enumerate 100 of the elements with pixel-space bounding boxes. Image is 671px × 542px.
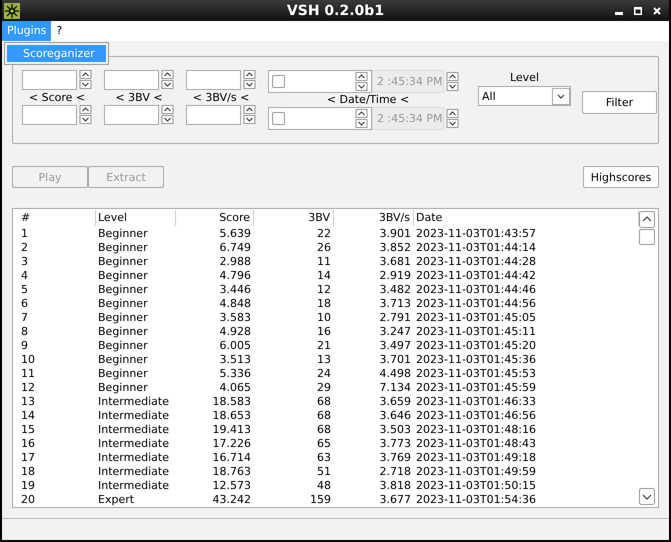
number-field[interactable] <box>22 70 77 90</box>
table-cell-text: 7.134 <box>378 381 412 395</box>
column-header[interactable]: Score <box>176 210 254 226</box>
up-arrow-icon[interactable] <box>355 72 368 81</box>
menu-item[interactable]: ? <box>51 21 68 41</box>
up-arrow-icon[interactable] <box>243 70 256 79</box>
table-cell-text: 16 <box>316 325 332 339</box>
down-arrow-icon[interactable] <box>355 82 368 91</box>
scrollbar[interactable] <box>639 209 658 507</box>
checkbox[interactable] <box>272 75 285 88</box>
number-field[interactable] <box>104 70 159 90</box>
table-cell-text: Beginner <box>97 227 149 241</box>
scroll-down-icon[interactable] <box>639 488 655 505</box>
close-icon[interactable] <box>653 6 661 14</box>
table-cell-text: 2023-11-03T01:45:59 <box>415 381 538 395</box>
number-field[interactable] <box>186 105 241 125</box>
down-arrow-icon[interactable] <box>243 80 256 89</box>
checkbox[interactable] <box>272 112 285 125</box>
table-cell-text: 18.583 <box>212 395 252 409</box>
table-cell-text: 3.773 <box>378 437 412 451</box>
table-cell-text: 43.242 <box>212 493 252 507</box>
up-arrow-icon[interactable] <box>355 109 368 118</box>
maximize-icon[interactable] <box>634 6 642 14</box>
table-cell-text: 3.701 <box>378 353 412 367</box>
table-cell-text: 4.928 <box>218 325 252 339</box>
down-arrow-icon[interactable] <box>446 82 459 91</box>
table-cell-text: 2023-11-03T01:43:57 <box>415 227 538 241</box>
table-cell-text: 4.796 <box>218 269 252 283</box>
table-cell-text: 2023-11-03T01:45:36 <box>415 353 538 367</box>
table-cell-text: Beginner <box>97 297 149 311</box>
scroll-up-icon[interactable] <box>639 211 655 228</box>
table-cell-text: 3.497 <box>378 339 412 353</box>
down-arrow-icon[interactable] <box>79 115 92 124</box>
table-cell-text: Expert <box>97 493 136 507</box>
up-arrow-icon[interactable] <box>161 105 174 114</box>
table-cell-text: 2.988 <box>218 255 252 269</box>
table-cell-text: 22 <box>316 227 332 241</box>
table-cell-text: 3.247 <box>378 325 412 339</box>
number-field[interactable] <box>22 105 77 125</box>
table-cell-text: 3.852 <box>378 241 412 255</box>
table-cell-text: 3.901 <box>378 227 412 241</box>
table-cell-text: Beginner <box>97 241 149 255</box>
table-cell-text: 68 <box>316 395 332 409</box>
column-header[interactable]: 3BV <box>254 210 334 226</box>
table-cell-text: 6 <box>20 297 29 311</box>
up-arrow-icon[interactable] <box>161 70 174 79</box>
filter-button[interactable]: Filter <box>582 91 657 114</box>
table-cell-text: 68 <box>316 409 332 423</box>
table-cell-text: 4.498 <box>378 367 412 381</box>
table-cell-text: 4 <box>20 269 29 283</box>
scroll-thumb[interactable] <box>639 229 655 245</box>
column-header[interactable]: 3BV/s <box>334 210 414 226</box>
table-cell-text: 2.919 <box>378 269 412 283</box>
up-arrow-icon[interactable] <box>79 70 92 79</box>
table-cell-text: Intermediate <box>97 423 170 437</box>
level-dropdown[interactable]: All <box>478 86 571 106</box>
table-cell-text: 2023-11-03T01:48:43 <box>415 437 538 451</box>
table-cell-text: 3.446 <box>218 283 252 297</box>
range-label: < 3BV < <box>114 90 164 105</box>
date-field[interactable] <box>268 107 372 130</box>
table-cell-text: 3.659 <box>378 395 412 409</box>
date-field[interactable] <box>268 70 372 93</box>
table-cell-text: Beginner <box>97 283 149 297</box>
table-cell-text: 10 <box>20 353 36 367</box>
number-field[interactable] <box>104 105 159 125</box>
table-cell-text: Beginner <box>97 311 149 325</box>
table-cell-text: 63 <box>316 451 332 465</box>
down-arrow-icon[interactable] <box>161 115 174 124</box>
table-cell-text: 14 <box>316 269 332 283</box>
table-cell-text: 2023-11-03T01:44:14 <box>415 241 538 255</box>
table-cell-text: Beginner <box>97 269 149 283</box>
table-cell-text: 17 <box>20 451 36 465</box>
table-cell-text: Intermediate <box>97 409 170 423</box>
table-cell-text: Intermediate <box>97 465 170 479</box>
table-cell-text: 19.413 <box>212 423 252 437</box>
number-field[interactable] <box>186 70 241 90</box>
up-arrow-icon[interactable] <box>446 72 459 81</box>
table-cell-text: 3 <box>20 255 29 269</box>
level-label: Level <box>510 71 540 85</box>
table-cell-text: 3.818 <box>378 479 412 493</box>
table-cell-text: 2023-11-03T01:54:36 <box>415 493 538 507</box>
table-cell-text: 3.482 <box>378 283 412 297</box>
up-arrow-icon[interactable] <box>243 105 256 114</box>
up-arrow-icon[interactable] <box>79 105 92 114</box>
table-cell-text: 5.336 <box>218 367 252 381</box>
column-header[interactable]: # <box>19 210 96 226</box>
table-cell-text: Intermediate <box>97 479 170 493</box>
down-arrow-icon[interactable] <box>79 80 92 89</box>
table-cell-text: 2.718 <box>378 465 412 479</box>
table-cell-text: 2023-11-03T01:49:59 <box>415 465 538 479</box>
column-header[interactable]: Level <box>96 210 176 226</box>
chevron-down-icon <box>552 88 570 104</box>
table-cell-text: 3.646 <box>378 409 412 423</box>
table-cell-text: Beginner <box>97 353 149 367</box>
down-arrow-icon[interactable] <box>161 80 174 89</box>
down-arrow-icon[interactable] <box>446 119 459 128</box>
down-arrow-icon[interactable] <box>243 115 256 124</box>
highscores-button[interactable]: Highscores <box>583 166 659 188</box>
down-arrow-icon[interactable] <box>355 119 368 128</box>
up-arrow-icon[interactable] <box>446 109 459 118</box>
